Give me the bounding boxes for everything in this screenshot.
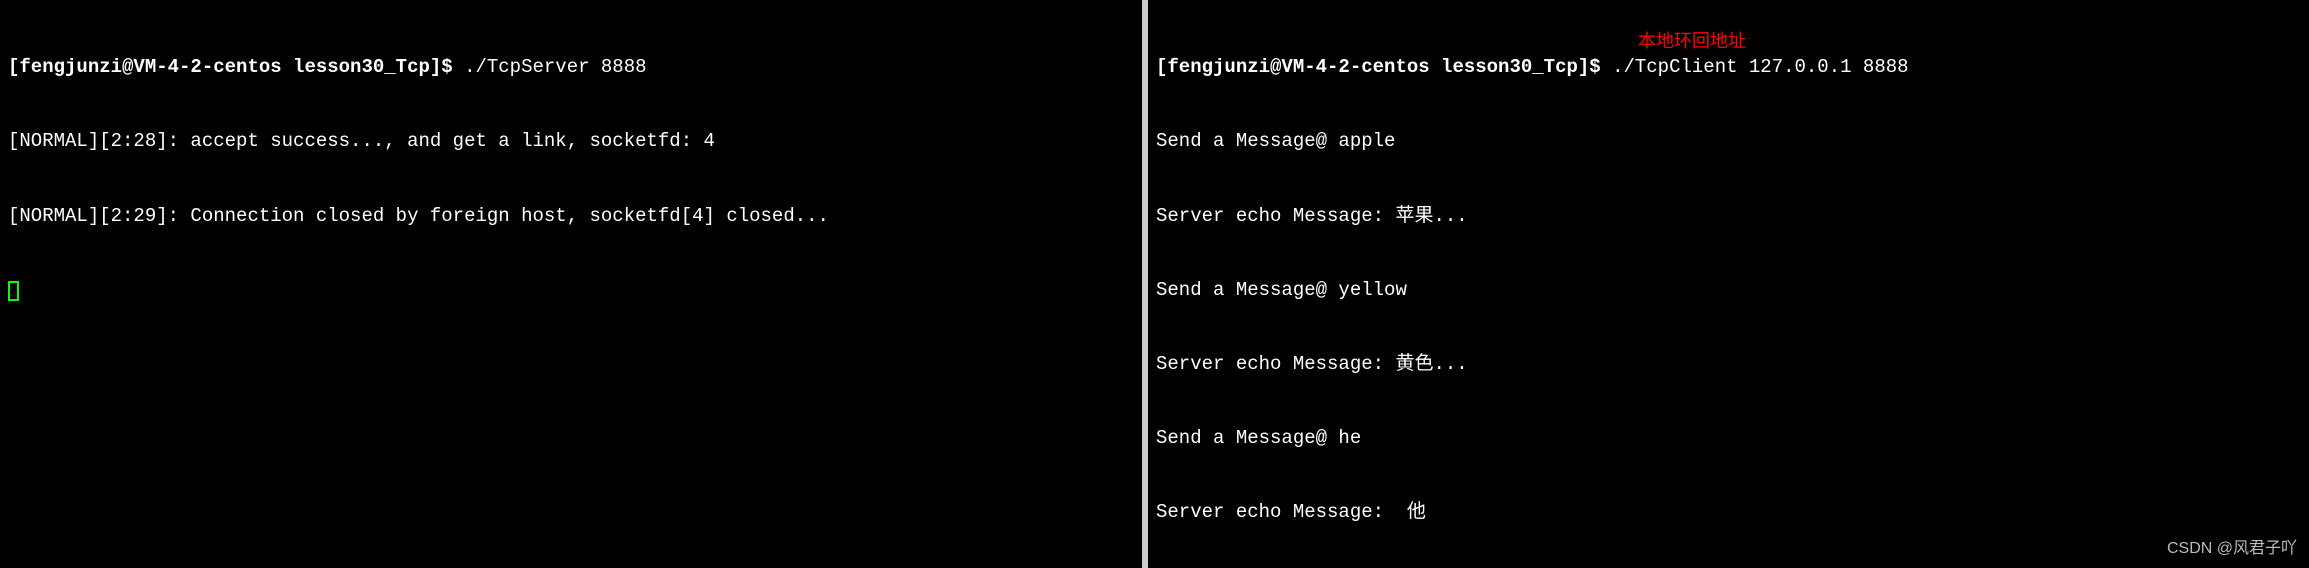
output-line: Send a Message@ apple — [1156, 129, 2301, 154]
command-text: ./TcpClient 127.0.0.1 8888 — [1612, 56, 1908, 78]
watermark-label: CSDN @风君子吖 — [2167, 539, 2297, 560]
prompt-line: [fengjunzi@VM-4-2-centos lesson30_Tcp]$ … — [8, 55, 1134, 80]
output-line: Send a Message@ yellow — [1156, 278, 2301, 303]
prompt-line: [fengjunzi@VM-4-2-centos lesson30_Tcp]$ … — [1156, 55, 2301, 80]
shell-prompt: [fengjunzi@VM-4-2-centos lesson30_Tcp]$ — [8, 56, 464, 78]
output-line: Server echo Message: 他 — [1156, 500, 2301, 525]
terminal-container: [fengjunzi@VM-4-2-centos lesson30_Tcp]$ … — [0, 0, 2309, 568]
output-line: Server echo Message: 黄色... — [1156, 352, 2301, 377]
terminal-right-pane[interactable]: [fengjunzi@VM-4-2-centos lesson30_Tcp]$ … — [1148, 0, 2309, 568]
command-text: ./TcpServer 8888 — [464, 56, 646, 78]
output-line: [NORMAL][2:29]: Connection closed by for… — [8, 204, 1134, 229]
terminal-left-pane[interactable]: [fengjunzi@VM-4-2-centos lesson30_Tcp]$ … — [0, 0, 1148, 568]
output-line: Send a Message@ he — [1156, 426, 2301, 451]
output-line: Server echo Message: 苹果... — [1156, 204, 2301, 229]
shell-prompt: [fengjunzi@VM-4-2-centos lesson30_Tcp]$ — [1156, 56, 1612, 78]
output-line: [NORMAL][2:28]: accept success..., and g… — [8, 129, 1134, 154]
annotation-label: 本地环回地址 — [1638, 30, 1746, 53]
cursor-line — [8, 278, 1134, 303]
cursor-icon — [8, 281, 19, 301]
